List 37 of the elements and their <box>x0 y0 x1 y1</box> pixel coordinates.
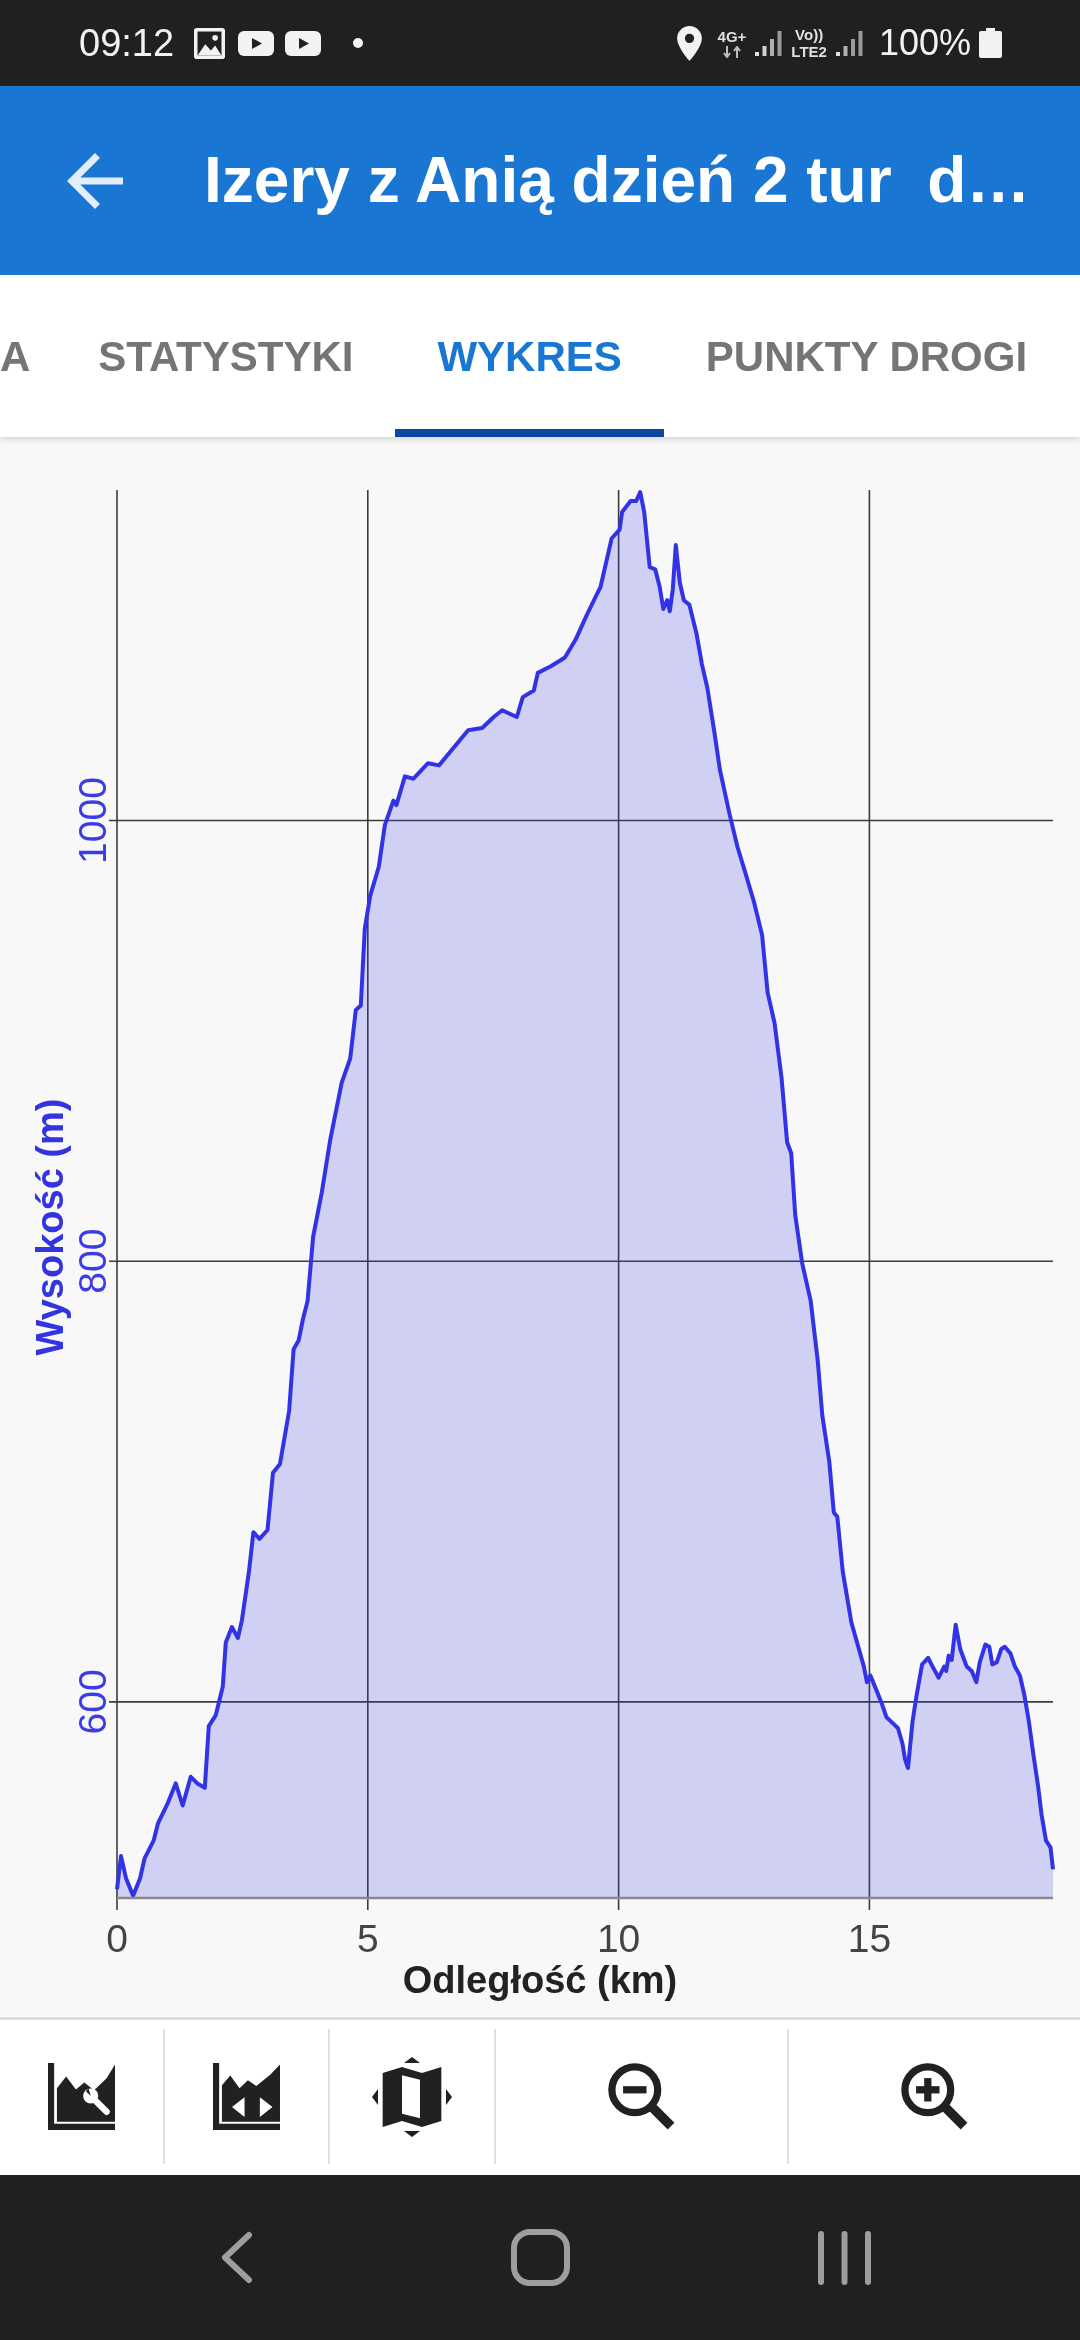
call-network-label: LTE2 <box>791 44 827 59</box>
axis-tick-label: 600 <box>71 1669 114 1735</box>
screen-title: Izery z Anią dzień 2 tur d… <box>204 143 1031 219</box>
map-arrows-icon <box>372 2056 452 2137</box>
tab[interactable]: PUNKTY DROGI <box>663 275 1070 437</box>
back-arrow-icon <box>67 152 123 209</box>
call-label: Vo)) <box>795 27 824 42</box>
axis-tick-label: 1000 <box>71 777 114 864</box>
axis-title: Odległość (km) <box>402 1959 678 2001</box>
axis-tick-label: 15 <box>847 1917 892 1960</box>
recents-icon <box>817 2230 871 2285</box>
axis-tick-label: 800 <box>71 1228 114 1294</box>
image-icon <box>194 27 226 59</box>
signal-icon <box>755 30 783 56</box>
location-pin-icon <box>676 25 702 61</box>
signal-icon <box>835 30 863 56</box>
status-time: 09:12 <box>79 24 175 62</box>
data-arrows-icon <box>721 45 742 58</box>
video-play-icon <box>285 30 322 56</box>
axis-tick-label: 0 <box>106 1917 128 1960</box>
network-type-label: 4G+ <box>717 28 747 44</box>
video-play-icon <box>238 30 275 56</box>
chart-arrows-icon <box>213 2063 280 2130</box>
tab[interactable]: STATYSTYKI <box>56 275 396 437</box>
home-icon <box>510 2229 570 2286</box>
zoom-out-icon <box>608 2063 675 2130</box>
axis-tick-label: 10 <box>596 1917 641 1960</box>
back-chevron-icon <box>219 2231 253 2284</box>
axis-title: Wysokość (m) <box>29 1098 71 1356</box>
tab[interactable]: A <box>0 275 57 437</box>
axis-tick-label: 5 <box>356 1917 379 1960</box>
back-button[interactable] <box>67 152 123 209</box>
battery-level: 100% <box>878 25 971 61</box>
battery-icon <box>979 28 1002 58</box>
chart-wrench-icon <box>48 2063 115 2130</box>
zoom-in-icon <box>901 2063 968 2130</box>
notification-dot-icon <box>353 38 364 48</box>
